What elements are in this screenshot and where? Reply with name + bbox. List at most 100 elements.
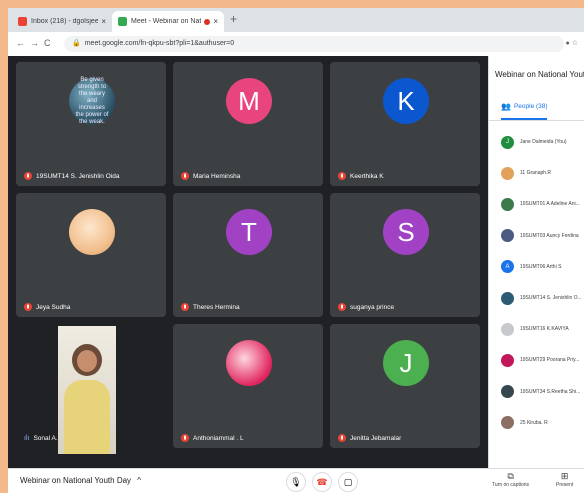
participant-grid: Be given strength to the weary and incre…: [8, 56, 488, 468]
present-button[interactable]: ⊞ Present: [556, 471, 573, 488]
avatar: [501, 353, 514, 367]
participant-name: 19SUMT16 K.KAVIYA: [520, 326, 569, 333]
avatar: J: [501, 135, 514, 149]
mic-off-icon: ▮: [24, 172, 32, 180]
star-icon[interactable]: ● ☆: [566, 39, 578, 47]
avatar: [501, 291, 514, 305]
avatar: Be given strength to the weary and incre…: [69, 77, 115, 125]
participant-name: Jeya Sudha: [36, 303, 71, 311]
participant-tile[interactable]: ▮ Anthoniammal . L: [173, 324, 323, 448]
participant-name: 19SUMT34 S.Reetha Shi...: [520, 388, 581, 395]
participant-name: Theres Hermina: [193, 303, 240, 311]
lock-icon: 🔒: [72, 40, 81, 47]
captions-icon: ⧉: [507, 471, 514, 481]
tab-label: Inbox (218) - dgolsjeen@gmail.: [31, 18, 99, 25]
person-body: [64, 380, 110, 454]
tab-label: People (38): [513, 103, 548, 110]
url-field[interactable]: 🔒 meet.google.com/fn-qkpu-sbt?pli=1&authu…: [64, 36, 564, 52]
speaking-icon: ılı: [24, 435, 30, 442]
avatar: A: [501, 260, 514, 274]
participant-name: 25 Kiruba. R: [520, 419, 548, 426]
participant-row[interactable]: 19SUMT03 Auncy Ferdina: [501, 228, 579, 244]
bottom-toolbar: Webinar on National Youth Day ^ 🎙 ☎ ▢ ⧉ …: [8, 468, 584, 493]
participant-tile[interactable]: T ▮ Theres Hermina: [173, 193, 323, 317]
video-feed: [58, 326, 116, 454]
captions-button[interactable]: ⧉ Turn on captions: [492, 471, 529, 488]
participant-row[interactable]: 19SUMT29 Poorana Priy...: [501, 352, 579, 368]
participant-tile[interactable]: ▮ Jeya Sudha: [16, 193, 166, 317]
participant-tile[interactable]: Be given strength to the weary and incre…: [16, 62, 166, 186]
mic-off-icon: ▮: [181, 172, 189, 180]
participant-name: 19SUMT14 S. Jenishlin O...: [520, 295, 582, 301]
gmail-icon: [18, 17, 27, 26]
leave-call-button[interactable]: ☎: [312, 472, 332, 492]
mic-off-icon: ▮: [24, 303, 32, 311]
mic-off-icon: ▮: [181, 434, 189, 442]
participant-name: 19SUMT14 S. Jenishlin Oida: [36, 172, 120, 180]
back-icon[interactable]: ←: [16, 38, 25, 48]
participant-name: Anthoniammal . L: [193, 434, 244, 442]
participant-tile[interactable]: M ▮ Maria Heminsha: [173, 62, 323, 186]
mic-off-icon: ▮: [338, 434, 346, 442]
avatar: [501, 229, 514, 243]
browser-window: Inbox (218) - dgolsjeen@gmail. × Meet - …: [8, 8, 584, 493]
avatar: [226, 340, 272, 386]
close-tab-icon[interactable]: ×: [101, 17, 106, 26]
avatar: K: [383, 78, 429, 124]
participant-row[interactable]: A 19SUMT06 Arthi S: [501, 259, 561, 275]
avatar: [501, 416, 514, 430]
reload-icon[interactable]: C: [44, 38, 51, 48]
camera-button[interactable]: ▢: [338, 472, 358, 492]
participant-name: Maria Heminsha: [193, 172, 241, 180]
participant-tile[interactable]: J ▮ Jenitta Jebamalar: [330, 324, 480, 448]
tab-people[interactable]: 👥 People (38): [501, 102, 548, 111]
mic-button[interactable]: 🎙: [286, 472, 306, 492]
address-bar: ← → C 🔒 meet.google.com/fn-qkpu-sbt?pli=1…: [8, 32, 584, 57]
tab-gmail[interactable]: Inbox (218) - dgolsjeen@gmail. ×: [12, 11, 112, 32]
avatar: M: [226, 78, 272, 124]
mic-off-icon: ▮: [338, 303, 346, 311]
panel-title: Webinar on National Youth: [495, 70, 584, 79]
people-icon: 👥: [501, 102, 511, 111]
participant-row[interactable]: J Jane Dalmeida (You): [501, 134, 567, 150]
new-tab-button[interactable]: +: [230, 12, 237, 26]
url-text: meet.google.com/fn-qkpu-sbt?pli=1&authus…: [84, 40, 235, 47]
people-panel: Webinar on National Youth 👥 People (38) J…: [488, 56, 584, 468]
avatar: [501, 166, 514, 180]
avatar: [501, 322, 514, 336]
forward-icon[interactable]: →: [30, 38, 39, 48]
participant-name: 19SUMT03 Auncy Ferdina: [520, 232, 579, 239]
captions-label: Turn on captions: [492, 482, 530, 488]
participant-row[interactable]: 19SUMT34 S.Reetha Shi...: [501, 384, 580, 400]
participant-row[interactable]: 19SUMT01 A Adeline Ani...: [501, 196, 580, 212]
present-icon: ⊞: [560, 471, 569, 481]
participant-name: Jenitta Jebamalar: [350, 434, 402, 442]
participant-row[interactable]: 19SUMT16 K.KAVIYA: [501, 321, 569, 337]
participant-name: 11 Granaph.R: [520, 170, 552, 177]
close-tab-icon[interactable]: ×: [213, 17, 218, 26]
person-face: [77, 350, 97, 372]
participant-name: Jane Dalmeida (You): [520, 139, 567, 145]
divider: [489, 120, 584, 121]
tab-label: Meet - Webinar on Nationa: [131, 18, 202, 25]
participant-name: 19SUMT01 A Adeline Ani...: [520, 201, 580, 208]
participant-name: 19SUMT29 Poorana Priy...: [520, 357, 580, 364]
mic-off-icon: ▮: [181, 303, 189, 311]
avatar: S: [383, 209, 429, 255]
participant-tile[interactable]: S ▮ suganya prince: [330, 193, 480, 317]
participant-name: suganya prince: [350, 303, 395, 311]
meeting-title[interactable]: Webinar on National Youth Day ^: [20, 476, 141, 485]
avatar: [501, 385, 514, 399]
avatar: J: [383, 340, 429, 386]
avatar: [69, 209, 115, 255]
participant-tile[interactable]: K ▮ Keerthika K: [330, 62, 480, 186]
meet-icon: [118, 17, 127, 26]
participant-row[interactable]: 11 Granaph.R: [501, 165, 551, 181]
recording-icon: [204, 18, 211, 25]
participant-row[interactable]: 25 Kiruba. R: [501, 415, 548, 431]
avatar: [501, 197, 514, 211]
participant-row[interactable]: 19SUMT14 S. Jenishlin O...: [501, 290, 582, 306]
mic-off-icon: ▮: [338, 172, 346, 180]
participant-name: 19SUMT06 Arthi S: [520, 263, 562, 270]
tab-meet[interactable]: Meet - Webinar on Nationa ×: [112, 11, 224, 32]
